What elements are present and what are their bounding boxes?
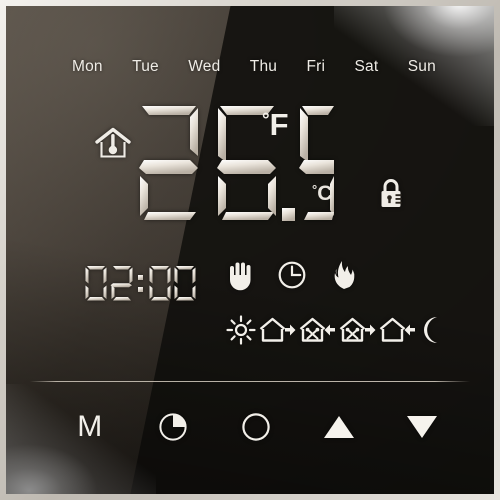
unit-fahrenheit: °F <box>262 109 289 140</box>
schedule-period-row <box>226 315 444 345</box>
period-return-evening-icon[interactable] <box>378 315 416 345</box>
clock-pie-icon <box>159 413 187 441</box>
menu-button-label: M <box>77 410 103 443</box>
decrease-button[interactable] <box>396 404 448 450</box>
triangle-down-icon <box>407 416 437 438</box>
period-wake-icon[interactable] <box>226 315 256 345</box>
day-thu[interactable]: Thu <box>250 58 277 76</box>
period-leave-icon[interactable] <box>258 315 296 345</box>
day-wed[interactable]: Wed <box>188 58 220 76</box>
circle-icon <box>242 413 270 441</box>
button-bar: M <box>64 404 448 450</box>
increase-button[interactable] <box>313 404 365 450</box>
temperature-digits <box>134 100 334 228</box>
period-leave-afternoon-icon[interactable] <box>338 315 376 345</box>
unit-celsius: °C <box>312 183 332 204</box>
program-mode-icon[interactable] <box>278 261 306 289</box>
day-tue[interactable]: Tue <box>132 58 159 76</box>
glass-panel: Mon Tue Wed Thu Fri Sat Sun °F °C M <box>6 6 494 494</box>
menu-button[interactable]: M <box>64 404 116 450</box>
day-fri[interactable]: Fri <box>306 58 325 76</box>
degree-symbol-f: ° <box>262 110 270 131</box>
power-button[interactable] <box>230 404 282 450</box>
day-of-week-row: Mon Tue Wed Thu Fri Sat Sun <box>72 58 436 76</box>
triangle-up-icon <box>324 416 354 438</box>
heating-active-icon <box>330 260 358 290</box>
lcd-screen: Mon Tue Wed Thu Fri Sat Sun °F °C M <box>6 6 494 494</box>
clock-display <box>84 264 196 304</box>
timer-button[interactable] <box>147 404 199 450</box>
thermostat-device: Mon Tue Wed Thu Fri Sat Sun °F °C M <box>0 0 500 500</box>
period-sleep-icon[interactable] <box>418 315 444 345</box>
unit-f-letter: F <box>269 107 289 142</box>
unit-c-letter: C <box>317 182 333 205</box>
day-sat[interactable]: Sat <box>355 58 379 76</box>
day-mon[interactable]: Mon <box>72 58 103 76</box>
period-return-lunch-icon[interactable] <box>298 315 336 345</box>
status-icon-row <box>228 260 358 291</box>
padlock-icon[interactable] <box>378 178 404 210</box>
temperature-display: °F °C <box>6 102 494 242</box>
manual-mode-icon[interactable] <box>228 261 254 291</box>
divider-line <box>30 381 470 382</box>
day-sun[interactable]: Sun <box>408 58 436 76</box>
house-thermometer-icon <box>94 126 132 160</box>
